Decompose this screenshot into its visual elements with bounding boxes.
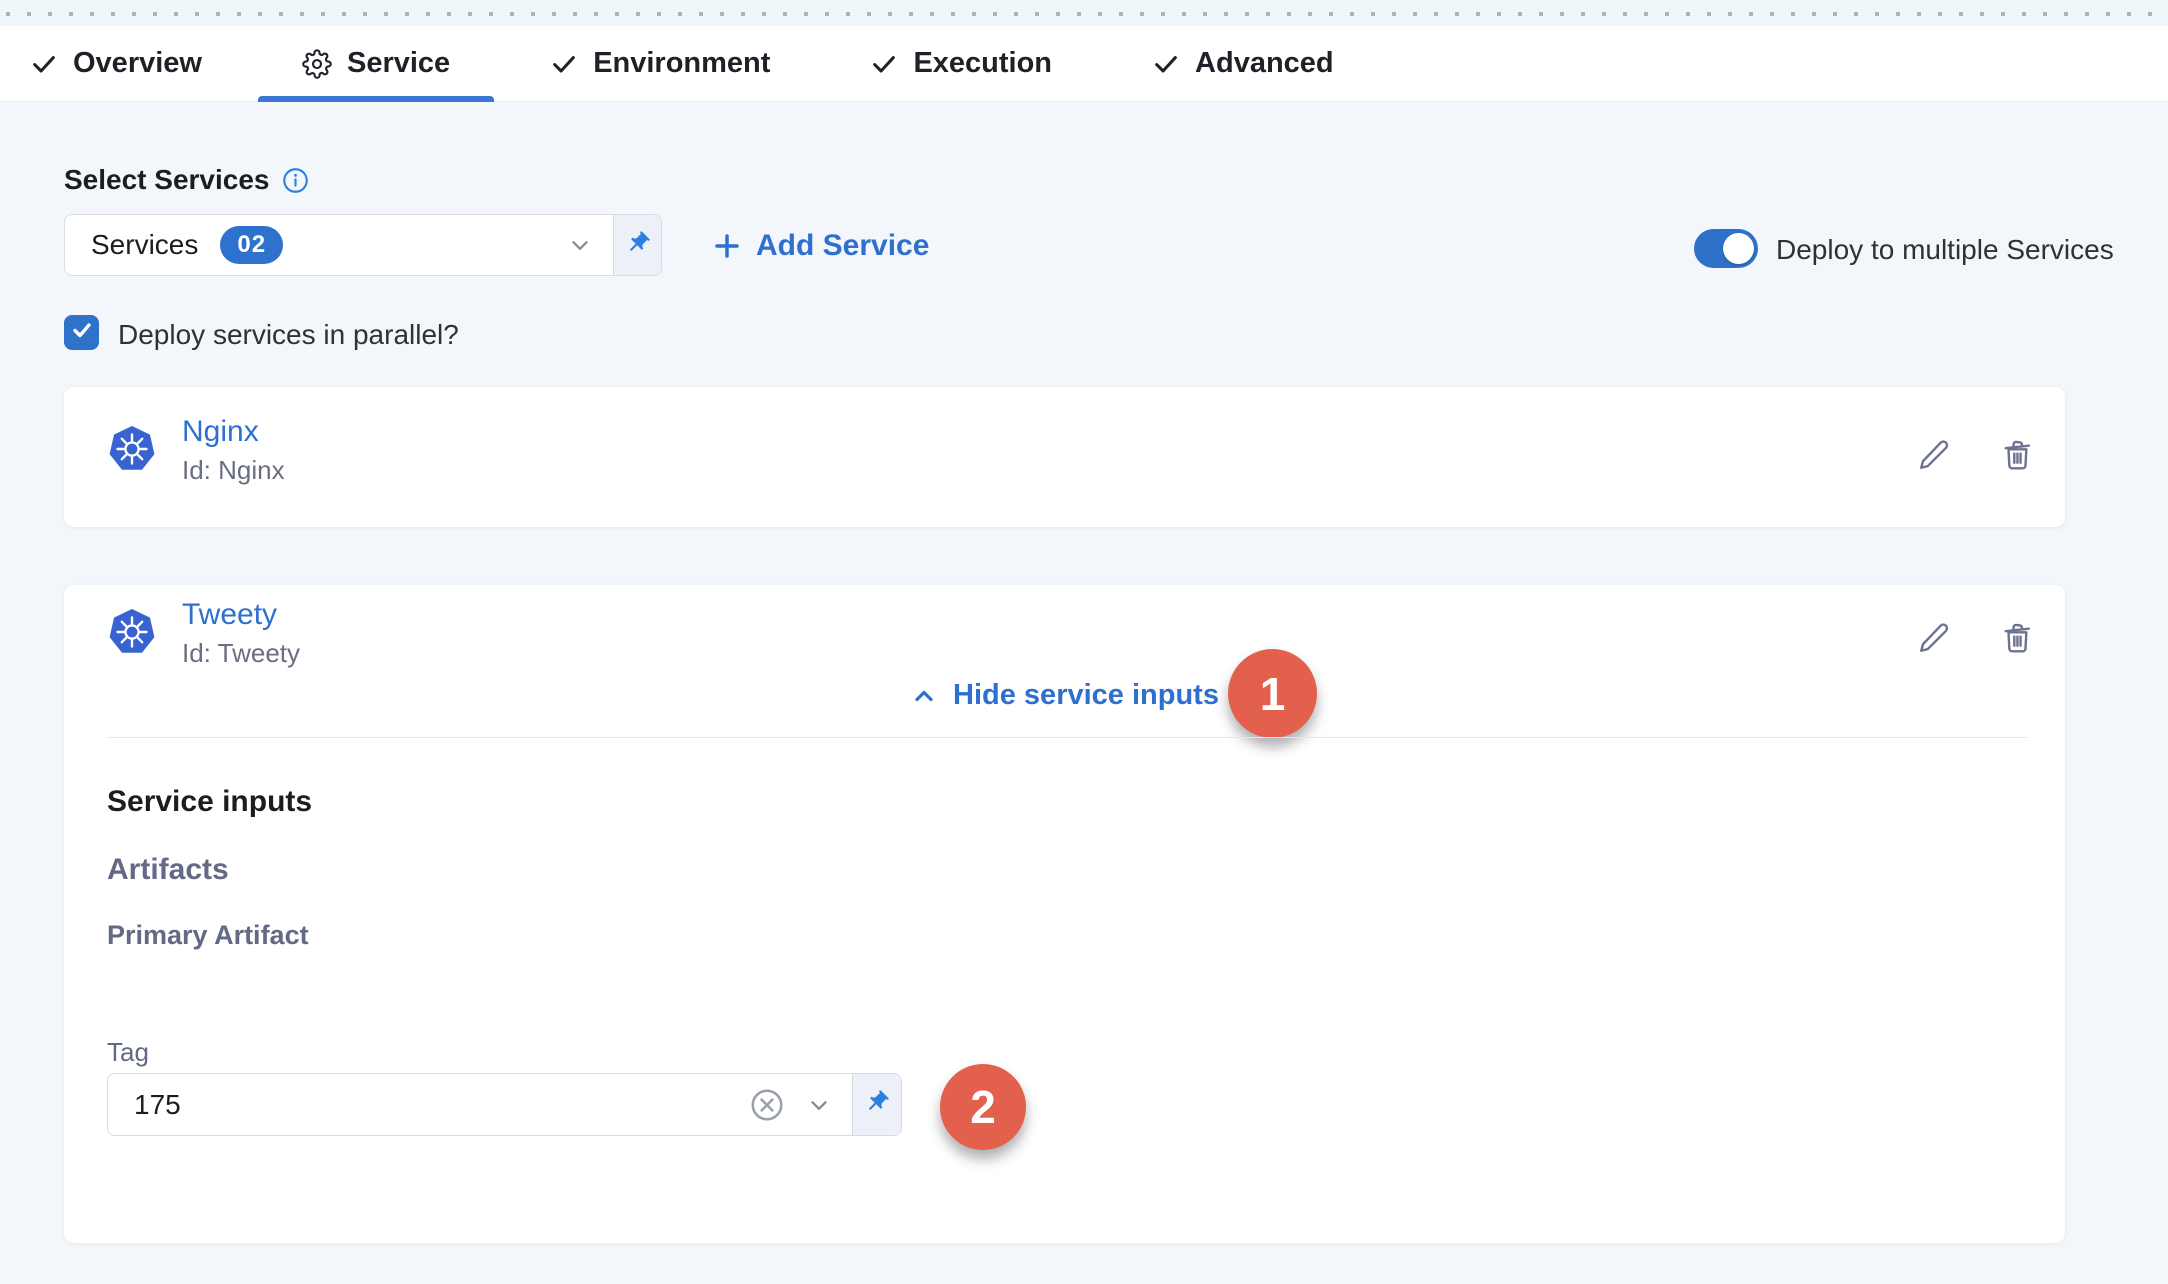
service-id-text: Id: Nginx (182, 455, 285, 486)
deploy-parallel-label: Deploy services in parallel? (118, 319, 459, 351)
tab-label: Advanced (1195, 47, 1334, 80)
gear-icon (302, 49, 332, 79)
service-card-nginx: Nginx Id: Nginx (64, 387, 2065, 527)
check-icon (70, 318, 94, 347)
pin-runtime-input-button[interactable] (613, 215, 661, 275)
services-dropdown-value: Services (91, 229, 198, 261)
kubernetes-icon (108, 608, 156, 656)
add-service-button[interactable]: Add Service (712, 226, 929, 266)
chevron-down-icon[interactable] (567, 232, 593, 258)
clear-icon[interactable] (748, 1086, 786, 1124)
tag-field (107, 1073, 902, 1136)
tab-advanced[interactable]: Advanced (1152, 26, 1334, 101)
pin-icon (864, 1089, 890, 1120)
primary-artifact-title: Primary Artifact (107, 920, 309, 951)
pipeline-edge-strip (0, 0, 2168, 26)
hide-service-inputs-label: Hide service inputs (953, 679, 1219, 712)
hide-service-inputs-link[interactable]: Hide service inputs (64, 679, 2065, 712)
info-icon[interactable] (282, 167, 309, 194)
tab-execution[interactable]: Execution (870, 26, 1052, 101)
edit-icon[interactable] (1916, 620, 1952, 656)
pin-runtime-input-button[interactable] (852, 1074, 901, 1135)
artifacts-title: Artifacts (107, 853, 229, 887)
service-name-link[interactable]: Tweety (182, 598, 277, 632)
pipeline-dotted-line (6, 12, 2168, 16)
annotation-number: 1 (1260, 667, 1286, 721)
deploy-parallel-checkbox[interactable] (64, 315, 99, 350)
chevron-down-icon[interactable] (806, 1092, 832, 1118)
select-services-text: Select Services (64, 164, 270, 196)
kubernetes-icon (108, 425, 156, 473)
service-card-tweety: Tweety Id: Tweety Hide service inputs 1 … (64, 585, 2065, 1243)
deploy-multiple-label: Deploy to multiple Services (1776, 234, 2114, 266)
deploy-multiple-toggle[interactable] (1694, 229, 1758, 268)
tab-overview[interactable]: Overview (30, 26, 202, 101)
tab-label: Environment (593, 47, 770, 80)
services-dropdown[interactable]: Services 02 (64, 214, 662, 276)
check-icon (870, 50, 898, 78)
annotation-step-1: 1 (1228, 649, 1317, 738)
services-dropdown-main[interactable]: Services 02 (65, 215, 613, 275)
service-name-link[interactable]: Nginx (182, 415, 259, 449)
services-count-badge: 02 (220, 226, 283, 264)
tab-environment[interactable]: Environment (550, 26, 770, 101)
tab-label: Service (347, 47, 450, 80)
select-services-label: Select Services (64, 164, 309, 196)
check-icon (1152, 50, 1180, 78)
service-config-screen: Overview Service Environment Execution A… (0, 0, 2168, 1284)
stage-tabbar: Overview Service Environment Execution A… (0, 26, 2168, 102)
tag-input[interactable] (108, 1074, 748, 1135)
plus-icon (712, 231, 742, 261)
delete-icon[interactable] (1999, 437, 2035, 473)
tab-service[interactable]: Service (302, 26, 450, 101)
annotation-number: 2 (970, 1080, 996, 1134)
tag-label: Tag (107, 1037, 149, 1068)
annotation-step-2: 2 (940, 1064, 1026, 1150)
chevron-up-icon (910, 682, 938, 710)
toggle-knob (1723, 233, 1754, 264)
tab-label: Overview (73, 47, 202, 80)
tab-label: Execution (913, 47, 1052, 80)
check-icon (550, 50, 578, 78)
add-service-label: Add Service (756, 229, 929, 263)
check-icon (30, 50, 58, 78)
delete-icon[interactable] (1999, 620, 2035, 656)
service-id-text: Id: Tweety (182, 638, 300, 669)
pin-icon (625, 230, 651, 261)
service-inputs-title: Service inputs (107, 785, 312, 819)
card-divider (107, 737, 2027, 738)
edit-icon[interactable] (1916, 437, 1952, 473)
